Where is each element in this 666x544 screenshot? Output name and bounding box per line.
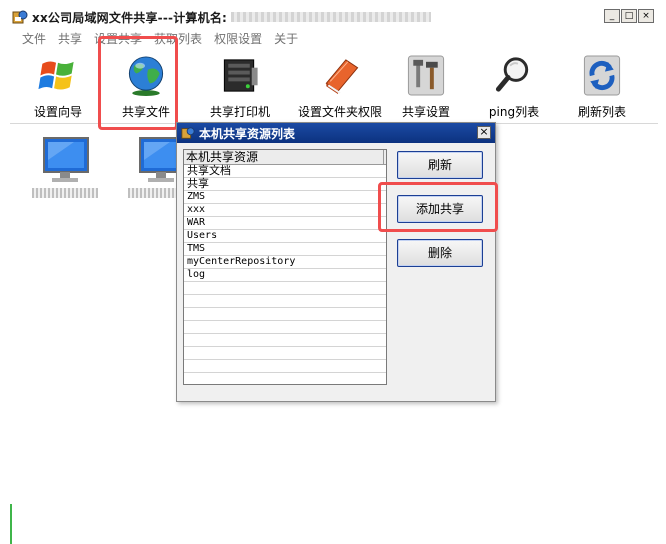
toolbar: 设置向导 共享文件 共享打印机 设置文件夹权限 共享设置 ping列表 刷新列表 <box>10 50 658 124</box>
list-empty-row <box>184 308 386 321</box>
computer-name-redacted <box>32 188 98 198</box>
list-item[interactable]: 共享文档 <box>184 165 386 178</box>
share-list-dialog: 本机共享资源列表 × 本机共享资源 共享文档 共享 ZMS xxx WAR Us… <box>176 122 496 402</box>
folder-book-icon <box>325 59 359 95</box>
dialog-close-button[interactable]: × <box>477 126 491 139</box>
tool-share-printer-label: 共享打印机 <box>209 105 270 119</box>
list-empty-row <box>184 347 386 360</box>
tool-refresh-list-label: 刷新列表 <box>577 105 626 119</box>
list-header: 本机共享资源 <box>184 149 386 165</box>
tool-share-file[interactable]: 共享文件 <box>114 54 178 120</box>
dialog-title: 本机共享资源列表 <box>199 126 296 141</box>
printer-server-icon <box>223 59 258 92</box>
add-share-button[interactable]: 添加共享 <box>397 195 483 223</box>
list-empty-row <box>184 360 386 373</box>
status-accent-bar <box>10 504 12 544</box>
tool-ping-list-label: ping列表 <box>488 105 540 119</box>
menu-about[interactable]: 关于 <box>268 30 304 47</box>
window-title: xx公司局域网文件共享---计算机名: <box>32 10 228 25</box>
tool-folder-permissions-label: 设置文件夹权限 <box>297 105 382 119</box>
list-item[interactable]: Users <box>184 230 386 243</box>
title-bar: xx公司局域网文件共享---计算机名: _ □ × <box>10 6 658 28</box>
tool-setup-wizard[interactable]: 设置向导 <box>26 54 90 120</box>
tool-share-settings[interactable]: 共享设置 <box>394 54 458 120</box>
tool-share-printer[interactable]: 共享打印机 <box>200 54 280 120</box>
maximize-button[interactable]: □ <box>621 9 637 23</box>
list-item[interactable]: ZMS <box>184 191 386 204</box>
list-column-header[interactable]: 本机共享资源 <box>184 149 384 165</box>
list-item[interactable]: WAR <box>184 217 386 230</box>
list-item[interactable]: myCenterRepository <box>184 256 386 269</box>
delete-button[interactable]: 删除 <box>397 239 483 267</box>
share-resource-list[interactable]: 本机共享资源 共享文档 共享 ZMS xxx WAR Users TMS myC… <box>183 149 387 385</box>
menu-file[interactable]: 文件 <box>16 30 52 47</box>
list-empty-row <box>184 282 386 295</box>
computer-item[interactable] <box>32 134 98 198</box>
tool-setup-wizard-label: 设置向导 <box>33 105 82 119</box>
list-item[interactable]: TMS <box>184 243 386 256</box>
tool-folder-permissions[interactable]: 设置文件夹权限 <box>284 54 396 120</box>
menu-share[interactable]: 共享 <box>52 30 88 47</box>
tool-refresh-list[interactable]: 刷新列表 <box>570 54 634 120</box>
globe-icon <box>128 56 164 97</box>
list-item[interactable]: 共享 <box>184 178 386 191</box>
dialog-title-bar: 本机共享资源列表 × <box>177 123 495 143</box>
list-empty-row <box>184 295 386 308</box>
menu-set-share[interactable]: 设置共享 <box>88 30 148 47</box>
tool-ping-list[interactable]: ping列表 <box>482 54 546 120</box>
computer-name-redacted <box>231 12 432 22</box>
refresh-icon <box>583 55 621 96</box>
tool-share-settings-label: 共享设置 <box>401 105 450 119</box>
refresh-button[interactable]: 刷新 <box>397 151 483 179</box>
app-icon <box>181 127 195 139</box>
menu-get-list[interactable]: 获取列表 <box>148 30 208 47</box>
list-item[interactable]: log <box>184 269 386 282</box>
list-item[interactable]: xxx <box>184 204 386 217</box>
computer-icon <box>43 137 89 182</box>
close-button[interactable]: × <box>638 9 654 23</box>
tool-share-file-label: 共享文件 <box>121 105 170 119</box>
tools-icon <box>407 55 445 96</box>
list-empty-row <box>184 321 386 334</box>
app-icon <box>12 10 28 24</box>
magnifier-icon <box>495 57 529 92</box>
window-controls: _ □ × <box>604 9 654 23</box>
menu-bar: 文件 共享 设置共享 获取列表 权限设置 关于 <box>10 28 658 48</box>
list-empty-row <box>184 334 386 347</box>
windows-logo-icon <box>38 61 74 90</box>
menu-permissions[interactable]: 权限设置 <box>208 30 268 47</box>
minimize-button[interactable]: _ <box>604 9 620 23</box>
